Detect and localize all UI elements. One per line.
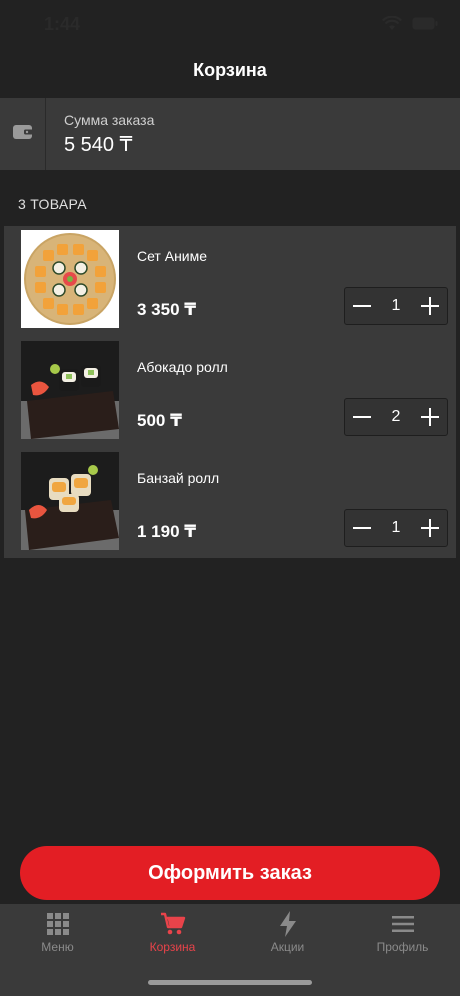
minus-icon bbox=[353, 527, 371, 529]
wallet-icon-cell bbox=[0, 98, 46, 170]
cart-icon bbox=[160, 912, 185, 935]
product-name: Абокадо ролл bbox=[137, 359, 228, 375]
tab-label: Профиль bbox=[376, 940, 429, 954]
quantity-value: 1 bbox=[391, 297, 401, 314]
menu-icon bbox=[391, 916, 414, 932]
summary-total: 5 540 ₸ bbox=[64, 134, 133, 156]
tab-label: Меню bbox=[41, 940, 74, 954]
decrease-button[interactable] bbox=[345, 288, 379, 324]
product-name: Сет Аниме bbox=[137, 248, 208, 264]
plus-icon bbox=[421, 297, 439, 315]
wifi-icon bbox=[382, 16, 402, 31]
product-image bbox=[21, 452, 119, 550]
status-bar: 1:44 bbox=[0, 0, 460, 50]
tab-label: Акции bbox=[270, 940, 305, 954]
summary-label: Сумма заказа bbox=[64, 112, 155, 128]
decrease-button[interactable] bbox=[345, 510, 379, 546]
minus-icon bbox=[353, 416, 371, 418]
minus-icon bbox=[353, 305, 371, 307]
checkout-button[interactable]: Оформить заказ bbox=[20, 846, 440, 900]
quantity-stepper: 1 bbox=[344, 287, 448, 325]
quantity-stepper: 1 bbox=[344, 509, 448, 547]
increase-button[interactable] bbox=[413, 399, 447, 435]
quantity-stepper: 2 bbox=[344, 398, 448, 436]
cart-item[interactable]: Сет Аниме 3 350 ₸ 1 bbox=[4, 226, 456, 337]
increase-button[interactable] bbox=[413, 288, 447, 324]
status-time: 1:44 bbox=[44, 14, 81, 34]
tab-cart[interactable]: Корзина bbox=[115, 910, 230, 960]
items-count: 3 ТОВАРА bbox=[18, 196, 87, 212]
quantity-value: 2 bbox=[391, 408, 401, 425]
product-price: 1 190 ₸ bbox=[137, 522, 197, 541]
tab-menu[interactable]: Меню bbox=[0, 910, 115, 960]
cart-item[interactable]: Банзай ролл 1 190 ₸ 1 bbox=[4, 448, 456, 559]
cart-item[interactable]: Абокадо ролл 500 ₸ 2 bbox=[4, 337, 456, 448]
page-title: Корзина bbox=[193, 60, 267, 80]
cart-list: Сет Аниме 3 350 ₸ 1 Абокадо ролл 500 ₸ 2… bbox=[4, 226, 456, 558]
product-price: 500 ₸ bbox=[137, 411, 182, 430]
grid-icon bbox=[46, 913, 69, 935]
tab-label: Корзина bbox=[149, 940, 196, 954]
plus-icon bbox=[421, 408, 439, 426]
product-name: Банзай ролл bbox=[137, 470, 220, 486]
product-image bbox=[21, 230, 119, 328]
plus-icon bbox=[421, 519, 439, 537]
decrease-button[interactable] bbox=[345, 399, 379, 435]
home-indicator bbox=[148, 980, 312, 985]
order-summary: Сумма заказа 5 540 ₸ bbox=[0, 98, 460, 170]
summary-text: Сумма заказа 5 540 ₸ bbox=[46, 98, 154, 170]
quantity-value: 1 bbox=[391, 519, 401, 536]
product-price: 3 350 ₸ bbox=[137, 300, 197, 319]
battery-icon bbox=[412, 17, 438, 30]
product-image bbox=[21, 341, 119, 439]
status-icons bbox=[382, 16, 438, 31]
increase-button[interactable] bbox=[413, 510, 447, 546]
wallet-icon bbox=[12, 123, 34, 146]
tab-promotions[interactable]: Акции bbox=[230, 910, 345, 960]
lightning-icon bbox=[279, 911, 296, 937]
tab-profile[interactable]: Профиль bbox=[345, 910, 460, 960]
